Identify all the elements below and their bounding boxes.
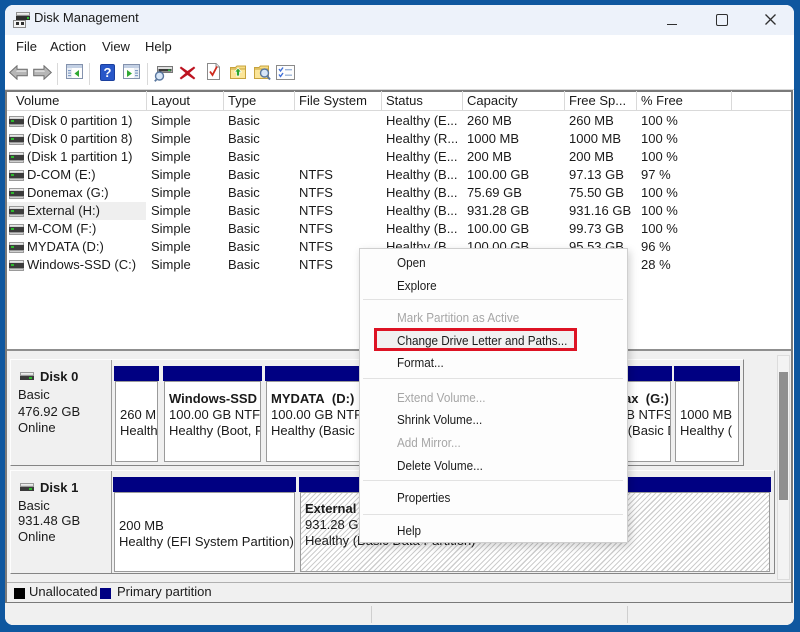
svg-text:?: ?: [104, 65, 112, 80]
